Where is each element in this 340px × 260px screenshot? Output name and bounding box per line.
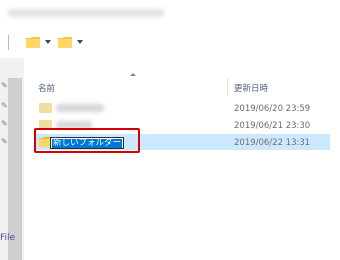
chevron-down-icon[interactable] bbox=[77, 40, 83, 44]
folder-icon bbox=[39, 103, 52, 113]
column-header-modified[interactable]: 更新日時 bbox=[234, 82, 268, 94]
file-date: 2019/06/20 23:59 bbox=[234, 104, 311, 114]
file-name-blurred bbox=[56, 104, 104, 112]
address-path-blurred bbox=[8, 9, 164, 17]
file-date: 2019/06/22 13:31 bbox=[234, 138, 311, 148]
annotation-highlight-box bbox=[34, 128, 140, 153]
folder-icon[interactable] bbox=[58, 36, 72, 48]
file-date: 2019/06/21 23:30 bbox=[234, 121, 311, 131]
chevron-down-icon[interactable] bbox=[45, 40, 51, 44]
file-list: 名前 更新日時 2019/06/20 23:59 2019/06/21 23:3… bbox=[24, 58, 340, 260]
list-item[interactable]: 2019/06/20 23:59 bbox=[34, 100, 330, 116]
column-header-name[interactable]: 名前 bbox=[38, 82, 55, 94]
column-divider[interactable] bbox=[227, 78, 228, 96]
folder-icon[interactable] bbox=[26, 36, 40, 48]
navigation-item-file-label[interactable]: File bbox=[0, 233, 15, 243]
toolbar-separator bbox=[8, 35, 9, 50]
address-bar[interactable] bbox=[0, 0, 340, 27]
toolbar bbox=[0, 26, 340, 58]
sort-ascending-icon bbox=[130, 73, 136, 76]
